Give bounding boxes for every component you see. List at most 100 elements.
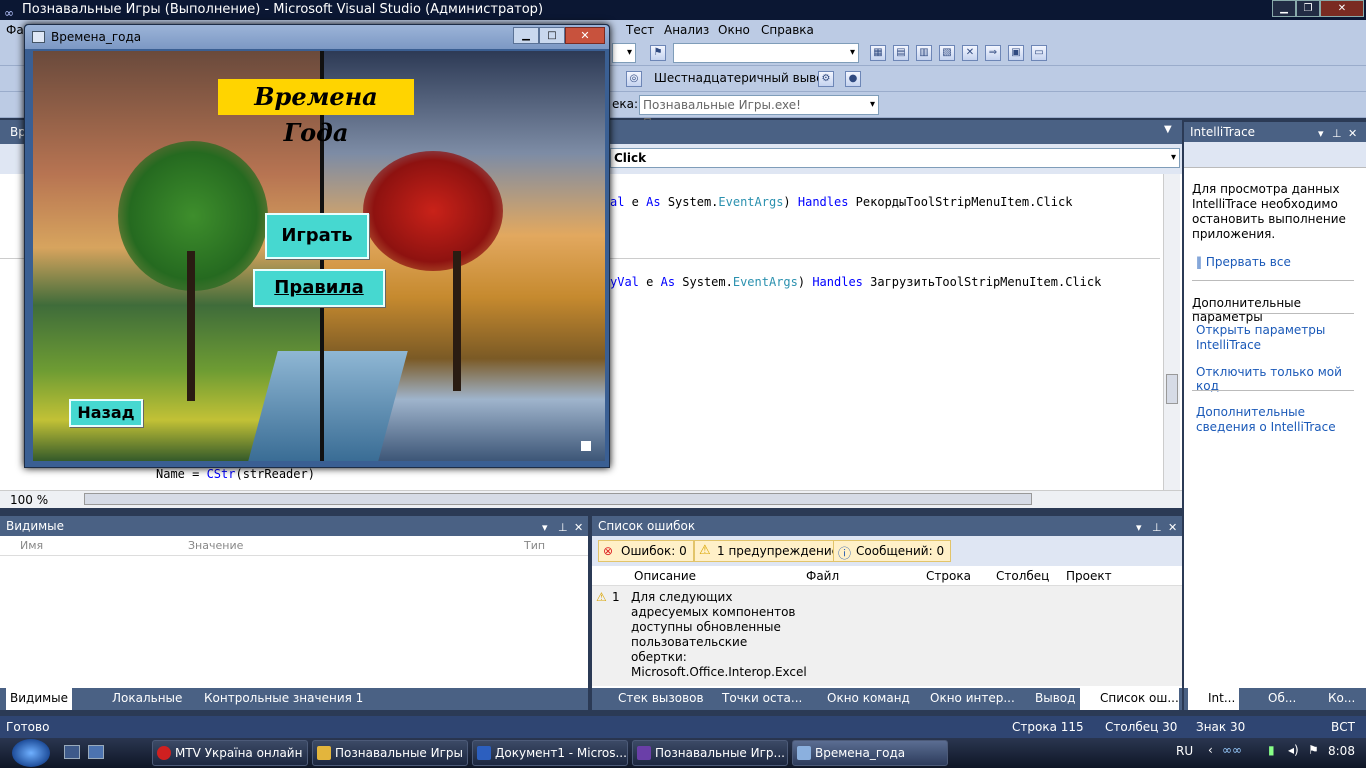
menu-test[interactable]: Тест (626, 20, 654, 40)
right-tabs: Int... Об... Ко... (1184, 688, 1366, 710)
col-value[interactable]: Значение (188, 536, 243, 556)
divider-3 (1192, 390, 1354, 391)
col-type[interactable]: Тип (524, 536, 545, 556)
col-description[interactable]: Описание (634, 566, 696, 586)
volume-icon[interactable]: ◂) (1288, 743, 1299, 757)
messages-count: Сообщений: 0 (856, 544, 945, 558)
app-minimize-button[interactable]: ▁ (513, 27, 539, 44)
search-combo[interactable] (673, 43, 859, 63)
panel-close-icon[interactable]: ✕ (1348, 124, 1357, 144)
resize-grip[interactable] (581, 441, 591, 451)
tray-expand-icon[interactable]: ‹ (1208, 743, 1213, 757)
maximize-button[interactable]: ❐ (1296, 0, 1320, 17)
back-button[interactable]: Назад (69, 399, 143, 427)
network-icon[interactable]: ▮ (1268, 743, 1275, 757)
taskbar-item-opera[interactable]: MTV Україна онлайн (152, 740, 308, 766)
tool-icon-2[interactable]: ▤ (893, 45, 909, 61)
tab-immediate[interactable]: Окно интер... (910, 688, 1015, 708)
breakpoint-icon[interactable]: ● (845, 71, 861, 87)
tab-error-list[interactable]: Список ош... (1080, 688, 1179, 710)
rules-button[interactable]: Правила (253, 269, 385, 307)
watch-pin-icon[interactable]: ⊥ (558, 518, 568, 538)
col-name[interactable]: Имя (20, 536, 43, 556)
tab-intellitrace[interactable]: Int... (1188, 688, 1240, 710)
col-line[interactable]: Строка (926, 566, 971, 586)
tab-dropdown-icon[interactable]: ▼ (1164, 124, 1172, 135)
app-maximize-button[interactable]: □ (539, 27, 565, 44)
editor-vscroll-thumb[interactable] (1166, 374, 1178, 404)
taskbar-item-app-label: Времена_года (815, 746, 906, 760)
show-desktop-icon[interactable] (64, 745, 80, 759)
editor-hscroll-thumb[interactable] (84, 493, 1032, 505)
zoom-level[interactable]: 100 % (10, 493, 48, 507)
disable-my-code-link[interactable]: Отключить только мой код (1196, 365, 1366, 393)
info-icon: ⓘ (838, 547, 852, 562)
col-file[interactable]: Файл (806, 566, 839, 586)
panel-menu-icon[interactable]: ▾ (1318, 124, 1324, 144)
tools-icon[interactable]: ✕ (962, 45, 978, 61)
tab-locals[interactable]: Локальные (92, 688, 182, 708)
hex-icon[interactable]: ◎ (626, 71, 642, 87)
tab-solution-explorer[interactable]: Об... (1248, 688, 1296, 708)
toolbar-combo-1[interactable] (612, 43, 636, 63)
watch-menu-icon[interactable]: ▾ (542, 518, 548, 538)
tab-visible[interactable]: Видимые (6, 688, 73, 710)
more-info-link[interactable]: Дополнительные сведения о IntelliTrace (1196, 405, 1354, 435)
taskbar-item-vs[interactable]: Познавальные Игр... (632, 740, 788, 766)
tool-icon-4[interactable]: ▧ (939, 45, 955, 61)
tool-icon-3[interactable]: ▥ (916, 45, 932, 61)
tool-icon-6[interactable]: ▣ (1008, 45, 1024, 61)
extra-params-header: Дополнительные параметры (1192, 296, 1302, 324)
tool-icon-1[interactable]: ▦ (870, 45, 886, 61)
menu-analyze[interactable]: Анализ (664, 20, 709, 40)
hex-output-label[interactable]: Шестнадцатеричный вывод (654, 71, 832, 85)
col-project[interactable]: Проект (1066, 566, 1112, 586)
menu-file[interactable]: Фа (6, 20, 24, 40)
open-params-link[interactable]: Открыть параметры IntelliTrace (1196, 323, 1346, 353)
col-column[interactable]: Столбец (996, 566, 1049, 586)
tray-app-icon[interactable]: ∞∞ (1222, 743, 1242, 757)
process-combo[interactable]: Познавальные Игры.exe!Познавальные_ (639, 95, 879, 130)
tab-call-stack[interactable]: Стек вызовов (598, 688, 704, 708)
app-window-icon-small (32, 31, 45, 43)
switch-windows-icon[interactable] (88, 745, 104, 759)
start-button-icon[interactable] (12, 739, 50, 767)
language-indicator[interactable]: RU (1176, 744, 1193, 758)
errors-count: Ошибок: 0 (621, 544, 687, 558)
taskbar-item-word[interactable]: Документ1 - Micros... (472, 740, 628, 766)
taskbar-item-app[interactable]: Времена_года (792, 740, 948, 766)
tab-command-window[interactable]: Окно команд (807, 688, 910, 708)
method-combo[interactable]: Click (610, 148, 1180, 168)
errors-menu-icon[interactable]: ▾ (1136, 518, 1142, 538)
pin-icon[interactable]: ⊥ (1332, 124, 1342, 144)
watch-close-icon[interactable]: ✕ (574, 518, 583, 538)
play-button[interactable]: Играть (265, 213, 369, 259)
minimize-button[interactable]: ▁ (1272, 0, 1296, 17)
output-tabs: Стек вызовов Точки оста... Окно команд О… (592, 688, 1182, 710)
editor-vscroll[interactable] (1163, 174, 1180, 490)
taskbar-item-folder[interactable]: Познавальные Игры (312, 740, 468, 766)
menu-window[interactable]: Окно (718, 20, 750, 40)
error-list-header: Список ошибок ▾ ⊥ ✕ (592, 516, 1182, 536)
tab-breakpoints[interactable]: Точки оста... (702, 688, 802, 708)
tool-icon-7[interactable]: ▭ (1031, 45, 1047, 61)
tab-class-view[interactable]: Ко... (1308, 688, 1355, 708)
errors-pin-icon[interactable]: ⊥ (1152, 518, 1162, 538)
close-button[interactable]: ✕ (1320, 0, 1364, 17)
error-row[interactable]: ⚠ 1 Для следующих адресуемых компонентов… (592, 586, 1182, 709)
tab-output[interactable]: Вывод (1015, 688, 1075, 708)
find-icon[interactable]: ⚑ (650, 45, 666, 61)
tool-icon-5[interactable]: ⇒ (985, 45, 1001, 61)
errors-close-icon[interactable]: ✕ (1168, 518, 1177, 538)
tool-icon-8[interactable]: ⚙ (818, 71, 834, 87)
error-column-header: Описание Файл Строка Столбец Проект (592, 566, 1182, 586)
break-all-link[interactable]: ‖ Прервать все (1196, 255, 1291, 269)
flag-icon[interactable]: ⚑ (1308, 743, 1319, 757)
error-list-panel: Список ошибок ▾ ⊥ ✕ ⊗ Ошибок: 0 ⚠ 1 предуп… (592, 516, 1182, 709)
app-close-button[interactable]: ✕ (565, 27, 605, 44)
errors-filter-button[interactable]: ⊗ Ошибок: 0 (598, 540, 694, 562)
tab-watch-1[interactable]: Контрольные значения 1 (184, 688, 363, 708)
warnings-filter-button[interactable]: ⚠ 1 предупреждение (694, 540, 847, 562)
messages-filter-button[interactable]: ⓘ Сообщений: 0 (833, 540, 952, 562)
menu-help[interactable]: Справка (761, 20, 814, 40)
